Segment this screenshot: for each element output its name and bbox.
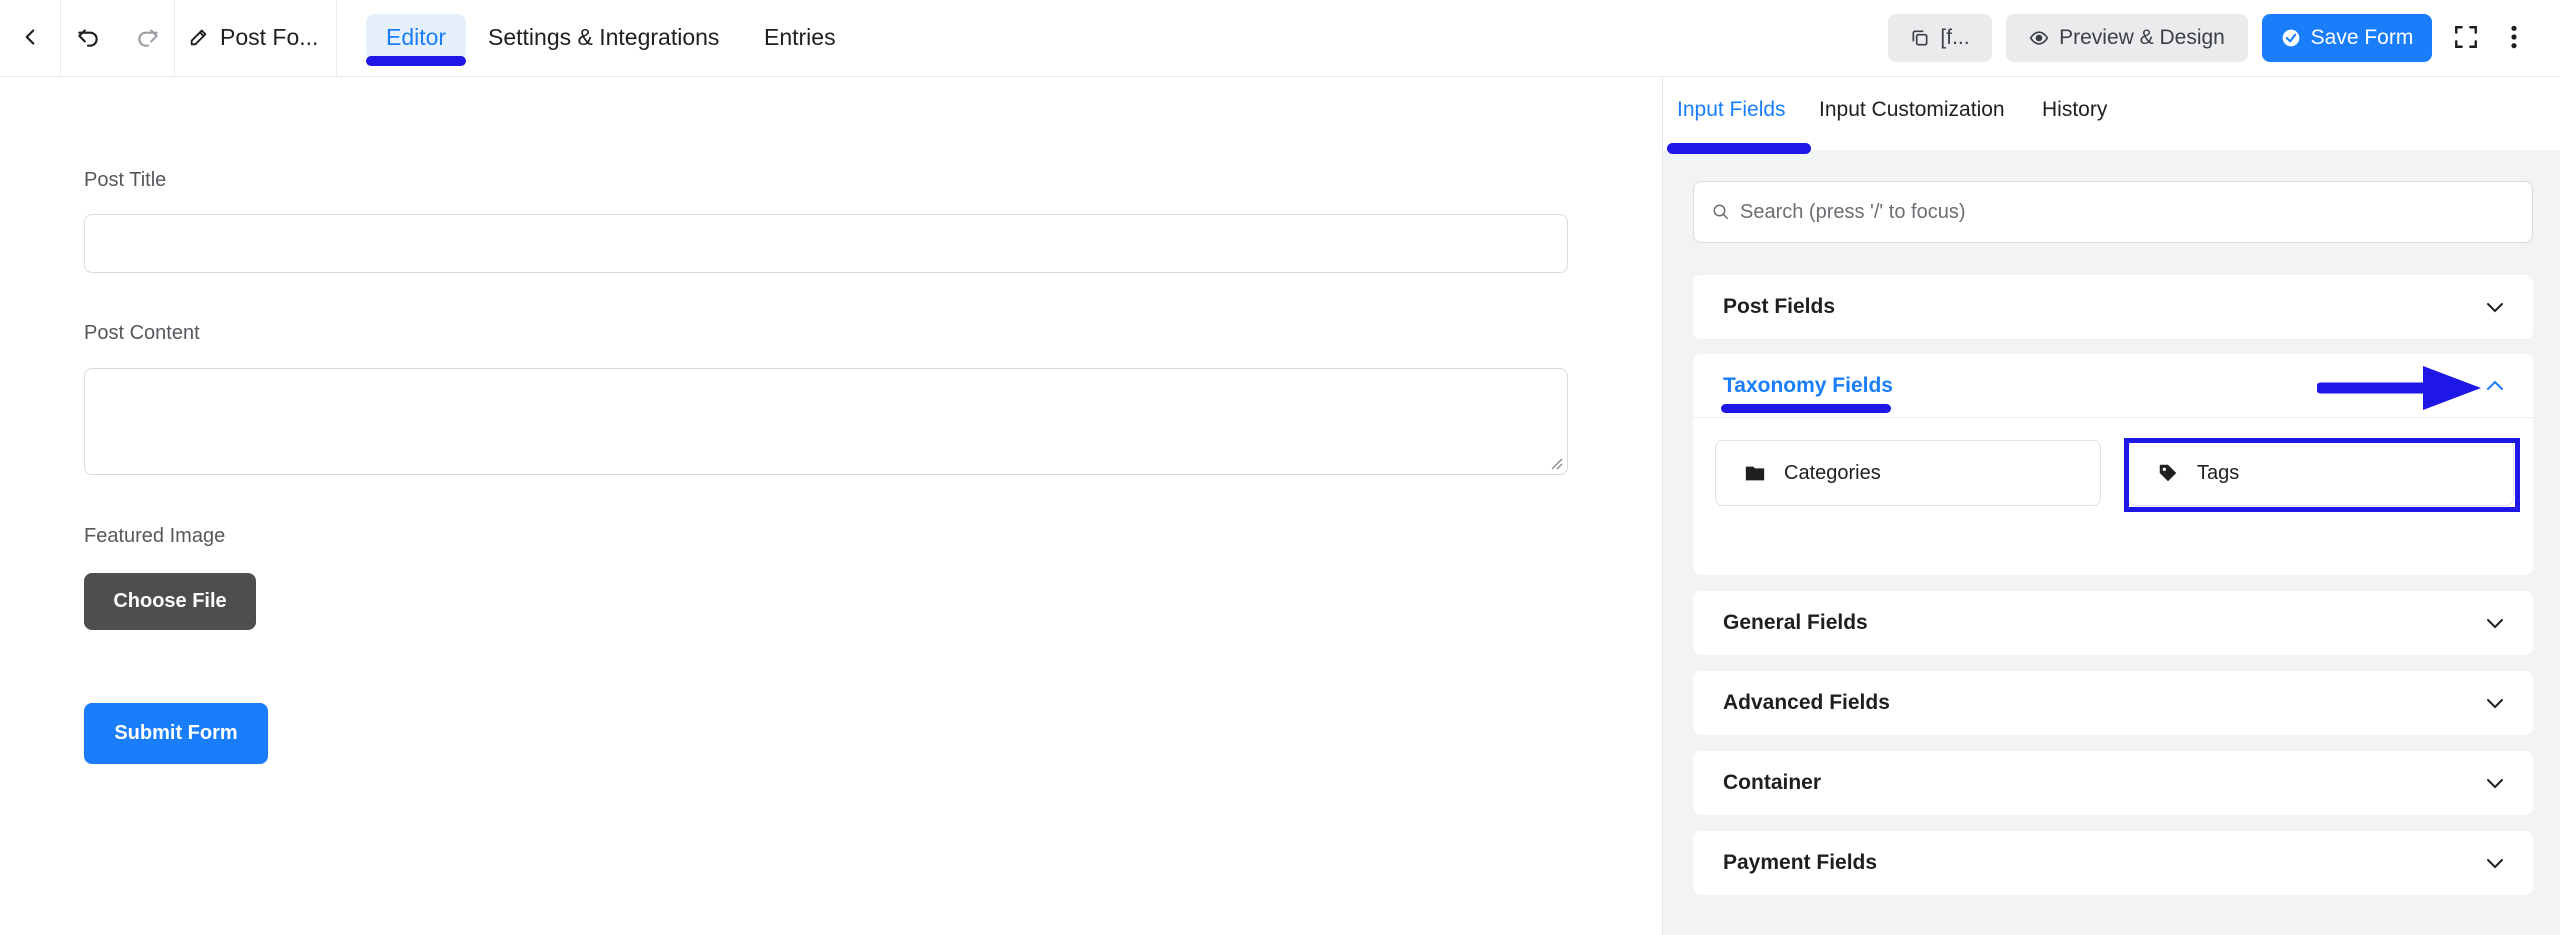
post-content-textarea[interactable] — [84, 368, 1568, 475]
shortcode-label: [f... — [1940, 26, 1970, 49]
section-taxonomy-fields: Taxonomy Fields Categories Tags — [1693, 354, 2533, 575]
search-icon — [1713, 204, 1729, 220]
field-categories[interactable]: Categories — [1715, 440, 2101, 506]
sidebar-tabs: Input Fields Input Customization History — [1663, 77, 2560, 154]
preview-design-button[interactable]: Preview & Design — [2006, 14, 2248, 62]
chevron-up-icon — [2487, 380, 2503, 390]
pencil-icon — [190, 29, 207, 46]
section-header-general-fields[interactable]: General Fields — [1693, 591, 2533, 655]
section-title: Taxonomy Fields — [1723, 373, 1893, 397]
choose-file-button[interactable]: Choose File — [84, 573, 256, 630]
field-label: Tags — [2197, 461, 2240, 484]
more-vertical-icon[interactable] — [2496, 19, 2532, 55]
post-title-input[interactable] — [84, 214, 1568, 273]
fields-sidebar: Input Fields Input Customization History… — [1662, 77, 2560, 935]
tab-input-fields[interactable]: Input Fields — [1677, 98, 1786, 122]
field-tags[interactable]: Tags — [2128, 440, 2514, 506]
featured-image-label: Featured Image — [84, 525, 226, 547]
tab-annotation-underline — [1667, 143, 1811, 154]
back-icon[interactable] — [12, 19, 48, 55]
tab-editor[interactable]: Editor — [366, 14, 467, 60]
chevron-down-icon — [2487, 303, 2503, 313]
save-form-label: Save Form — [2310, 26, 2414, 49]
check-circle-icon — [2282, 29, 2299, 47]
section-header-payment-fields[interactable]: Payment Fields — [1693, 831, 2533, 895]
form-title-label: Post Fo... — [220, 23, 319, 50]
toolbar-divider — [174, 0, 175, 77]
section-title: Advanced Fields — [1723, 691, 1890, 714]
section-header-post-fields[interactable]: Post Fields — [1693, 275, 2533, 339]
undo-icon[interactable] — [70, 19, 106, 55]
section-advanced-fields: Advanced Fields — [1693, 671, 2533, 735]
post-content-label: Post Content — [84, 322, 200, 344]
folder-icon — [1745, 466, 1765, 481]
tab-entries[interactable]: Entries — [744, 14, 856, 60]
section-header-container[interactable]: Container — [1693, 751, 2533, 815]
eye-icon — [2029, 31, 2049, 45]
shortcode-button[interactable]: [f... — [1888, 14, 1992, 62]
search-input[interactable] — [1740, 200, 2520, 224]
field-search[interactable] — [1693, 181, 2533, 243]
tab-history[interactable]: History — [2042, 98, 2107, 122]
section-general-fields: General Fields — [1693, 591, 2533, 655]
annotation-arrow-icon — [2317, 366, 2481, 410]
chevron-down-icon — [2487, 859, 2503, 869]
post-title-label: Post Title — [84, 169, 167, 191]
section-payment-fields: Payment Fields — [1693, 831, 2533, 895]
section-container: Container — [1693, 751, 2533, 815]
copy-icon — [1912, 30, 1928, 46]
save-form-button[interactable]: Save Form — [2262, 14, 2432, 62]
section-title: Container — [1723, 771, 1822, 794]
section-title: Payment Fields — [1723, 851, 1878, 874]
toolbar-divider — [336, 0, 337, 77]
redo-icon[interactable] — [130, 19, 166, 55]
annotation-underline — [1721, 404, 1891, 413]
section-title: Post Fields — [1723, 295, 1836, 318]
chevron-down-icon — [2487, 619, 2503, 629]
chevron-down-icon — [2487, 699, 2503, 709]
top-toolbar: Post Fo... Editor Settings & Integration… — [0, 0, 2560, 77]
tag-icon — [2159, 464, 2177, 482]
toolbar-divider — [60, 0, 61, 77]
section-post-fields: Post Fields — [1693, 275, 2533, 339]
section-header-advanced-fields[interactable]: Advanced Fields — [1693, 671, 2533, 735]
field-label: Categories — [1784, 461, 1881, 484]
preview-design-label: Preview & Design — [2059, 26, 2225, 49]
fullscreen-icon[interactable] — [2448, 19, 2484, 55]
chevron-down-icon — [2487, 779, 2503, 789]
tab-settings-integrations[interactable]: Settings & Integrations — [468, 14, 739, 60]
section-title: General Fields — [1723, 611, 1868, 634]
form-editor-canvas: Post Title Post Content Featured Image C… — [0, 77, 1662, 935]
tab-annotation-underline — [366, 56, 466, 66]
submit-form-button[interactable]: Submit Form — [84, 703, 268, 764]
resize-grip-icon[interactable] — [1549, 456, 1563, 470]
tab-input-customization[interactable]: Input Customization — [1819, 98, 2005, 122]
form-title[interactable]: Post Fo... — [188, 22, 318, 52]
